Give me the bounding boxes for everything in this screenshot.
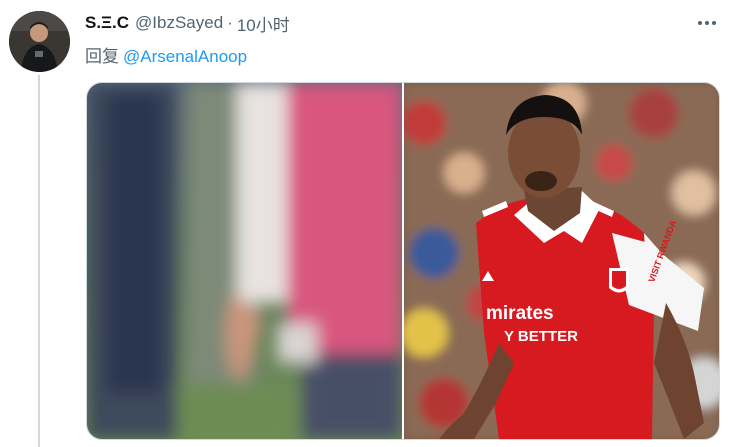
player-photo-art: mirates Y BETTER VISIT RWANDA bbox=[404, 83, 719, 439]
blurred-close-up-photo[interactable] bbox=[87, 83, 402, 439]
separator-dot: · bbox=[227, 13, 233, 32]
player-photo[interactable]: mirates Y BETTER VISIT RWANDA bbox=[404, 83, 719, 439]
user-handle[interactable]: @IbzSayed bbox=[135, 13, 223, 33]
avatar[interactable] bbox=[9, 11, 70, 72]
more-icon-dot bbox=[712, 21, 716, 25]
timestamp[interactable]: 10小时 bbox=[237, 11, 290, 36]
tweet-header: S.Ξ.C @IbzSayed · 10小时 bbox=[85, 11, 290, 36]
more-icon[interactable] bbox=[694, 14, 720, 32]
display-name[interactable]: S.Ξ.C bbox=[85, 13, 129, 33]
media-grid: mirates Y BETTER VISIT RWANDA bbox=[86, 82, 720, 440]
more-icon-dot bbox=[698, 21, 702, 25]
thread-line bbox=[38, 75, 40, 447]
kit-sponsor-line2: Y BETTER bbox=[504, 328, 578, 345]
blurred-photo-art bbox=[87, 83, 402, 439]
reply-prefix: 回复 bbox=[85, 47, 119, 66]
reply-mention-link[interactable]: @ArsenalAnoop bbox=[123, 47, 247, 66]
avatar-photo bbox=[9, 11, 70, 72]
more-icon-dot bbox=[705, 21, 709, 25]
kit-sponsor-line1: mirates bbox=[486, 303, 554, 324]
reply-context: 回复 @ArsenalAnoop bbox=[85, 42, 247, 67]
